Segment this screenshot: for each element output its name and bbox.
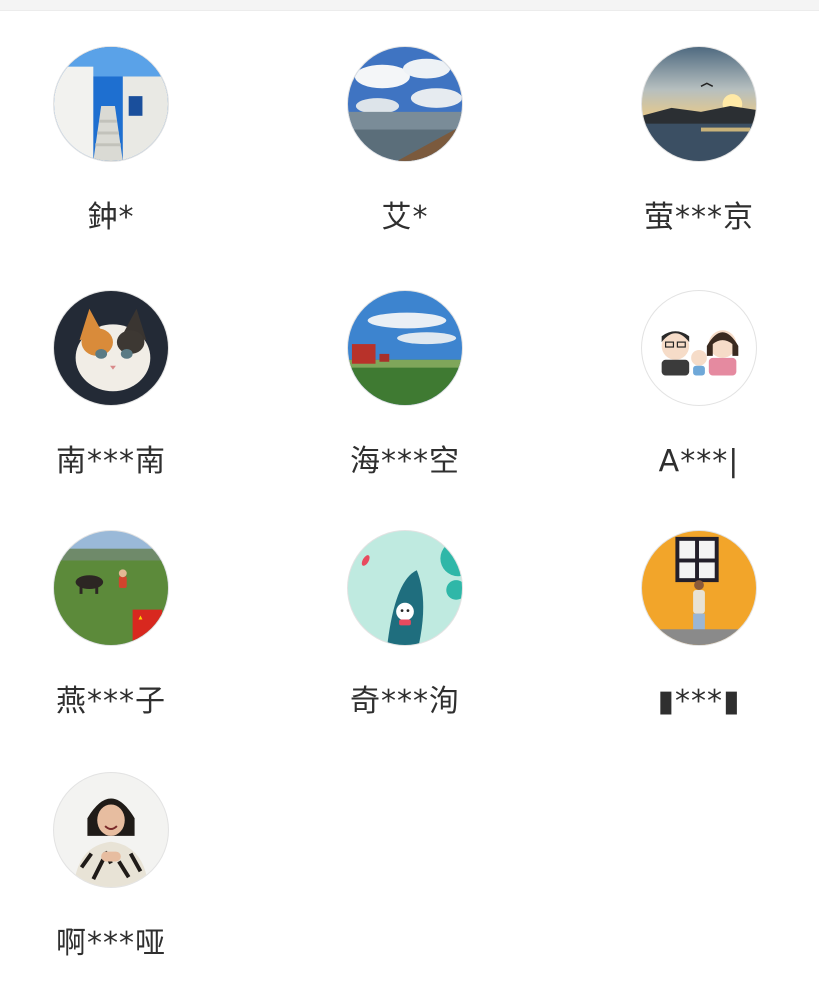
sky-clouds-lake-photo	[348, 47, 462, 161]
kitten-photo	[54, 291, 168, 405]
member-item[interactable]: 鈡*	[11, 46, 211, 246]
member-avatar[interactable]	[53, 46, 169, 162]
member-avatar[interactable]	[641, 530, 757, 646]
member-item[interactable]: A***|	[599, 290, 799, 490]
grassland-red-house-photo	[348, 291, 462, 405]
member-name: 艾*	[381, 200, 429, 235]
grassland-child-cow-photo	[54, 531, 168, 645]
member-name: 海***空	[350, 444, 460, 479]
laughing-woman-photo	[54, 773, 168, 887]
member-item[interactable]: 南***南	[11, 290, 211, 490]
member-name: 鈡*	[87, 200, 135, 235]
member-avatar[interactable]	[53, 530, 169, 646]
member-item[interactable]: 奇***洵	[305, 530, 505, 730]
member-name: 啊***哑	[56, 926, 166, 961]
member-name: A***|	[658, 444, 740, 479]
member-name: ▮***▮	[657, 684, 741, 719]
member-name: 南***南	[56, 444, 166, 479]
member-avatar[interactable]	[641, 46, 757, 162]
sunset-over-water-photo	[642, 47, 756, 161]
member-item[interactable]: 萤***京	[599, 46, 799, 246]
member-item[interactable]: 艾*	[305, 46, 505, 246]
mint-boat-illustration	[348, 531, 462, 645]
member-avatar[interactable]	[347, 290, 463, 406]
member-item[interactable]: 海***空	[305, 290, 505, 490]
member-item[interactable]: 燕***子	[11, 530, 211, 730]
member-item[interactable]: 啊***哑	[11, 772, 211, 972]
white-stairs-blue-sky-photo	[54, 47, 168, 161]
member-avatar[interactable]	[347, 530, 463, 646]
member-name: 奇***洵	[350, 684, 460, 719]
member-avatar[interactable]	[53, 290, 169, 406]
member-avatar[interactable]	[641, 290, 757, 406]
member-name: 燕***子	[56, 684, 166, 719]
cartoon-family-illustration	[642, 291, 756, 405]
member-name: 萤***京	[644, 200, 754, 235]
orange-wall-window-person-photo	[642, 531, 756, 645]
member-avatar[interactable]	[347, 46, 463, 162]
member-grid: 鈡* 艾* 萤***京 南***南 海***空 A***| 燕***子 奇***…	[0, 0, 819, 1000]
member-avatar[interactable]	[53, 772, 169, 888]
member-item[interactable]: ▮***▮	[599, 530, 799, 730]
